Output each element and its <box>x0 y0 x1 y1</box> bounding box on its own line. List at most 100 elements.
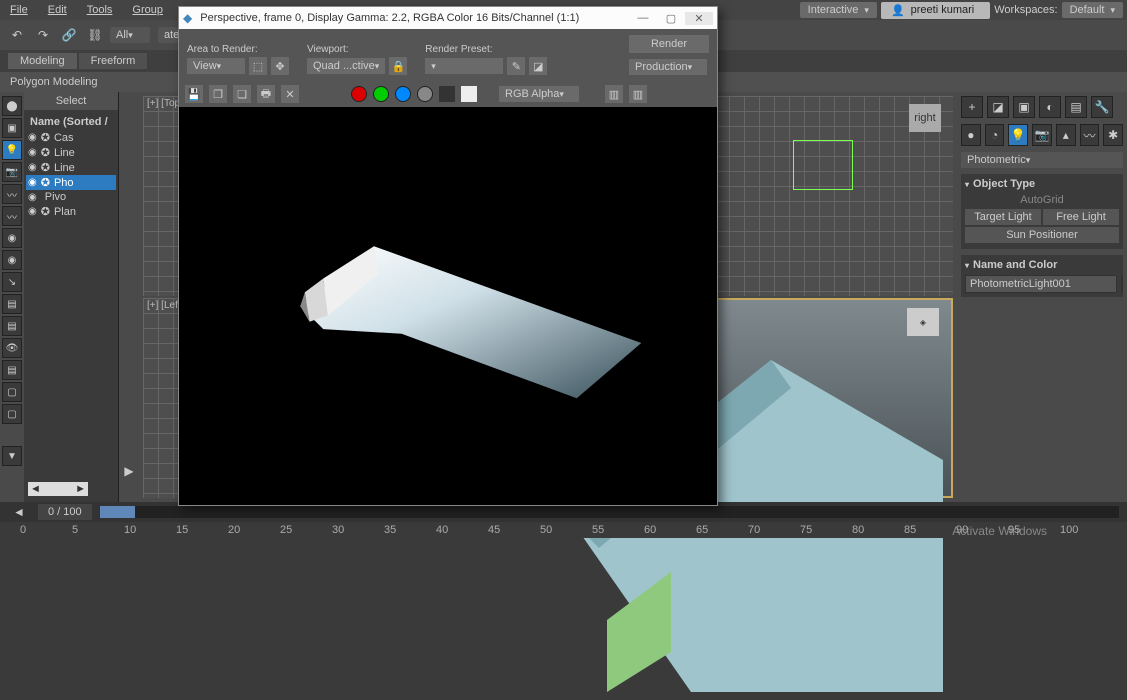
scene-header[interactable]: Name (Sorted / <box>26 114 116 130</box>
tab-freeform[interactable]: Freeform <box>79 53 148 69</box>
preset-icon1[interactable]: ✎ <box>507 57 525 75</box>
menu-edit[interactable]: Edit <box>38 2 77 18</box>
sun-positioner-button[interactable]: Sun Positioner <box>965 227 1119 243</box>
cat-shape-icon[interactable]: ◔ <box>985 124 1005 146</box>
clear-icon[interactable]: ✕ <box>281 85 299 103</box>
cat-helper-icon[interactable]: ▴ <box>1056 124 1076 146</box>
side-tool9-icon[interactable]: ↘ <box>2 272 22 292</box>
autogrid-checkbox[interactable]: AutoGrid <box>965 194 1119 206</box>
preset-icon2[interactable]: ◪ <box>529 57 547 75</box>
free-light-button[interactable]: Free Light <box>1043 209 1119 225</box>
region-select-icon[interactable]: ✥ <box>271 57 289 75</box>
motion-tab-icon[interactable]: ◐ <box>1039 96 1061 118</box>
scene-item[interactable]: ◉✪Line <box>26 145 116 160</box>
interactive-dropdown[interactable]: Interactive <box>800 2 877 18</box>
side-tool11-icon[interactable]: ▤ <box>2 316 22 336</box>
production-dropdown[interactable]: Production <box>629 59 707 75</box>
render-button[interactable]: Render <box>629 35 709 53</box>
menu-file[interactable]: File <box>0 2 38 18</box>
visibility-icon[interactable]: ◉ <box>28 162 37 173</box>
side-funnel-icon[interactable]: ▼ <box>2 446 22 466</box>
channel-b-icon[interactable] <box>395 86 411 102</box>
ab-compare-b-icon[interactable]: ▥ <box>629 85 647 103</box>
cat-space-icon[interactable]: 〰 <box>1080 124 1100 146</box>
redo-icon[interactable]: ↷ <box>32 24 54 46</box>
print-icon[interactable]: 🖶 <box>257 85 275 103</box>
side-camera2-icon[interactable]: 📷 <box>2 162 22 182</box>
side-warp-icon[interactable]: 〰 <box>2 184 22 204</box>
visibility-icon[interactable]: ◉ <box>28 206 37 217</box>
rollout-name-color[interactable]: Name and Color <box>965 259 1119 271</box>
area-render-dropdown[interactable]: View <box>187 58 245 74</box>
side-tool7-icon[interactable]: ◉ <box>2 228 22 248</box>
undo-icon[interactable]: ↶ <box>6 24 28 46</box>
save-image-icon[interactable]: 💾 <box>185 85 203 103</box>
preset-dropdown[interactable] <box>425 58 503 74</box>
clone-icon[interactable]: ❏ <box>233 85 251 103</box>
display-tab-icon[interactable]: ▤ <box>1065 96 1087 118</box>
nav-cube[interactable]: right <box>909 104 941 132</box>
swatch-icon[interactable] <box>461 86 477 102</box>
channel-r-icon[interactable] <box>351 86 367 102</box>
util-tab-icon[interactable]: 🔧 <box>1091 96 1113 118</box>
close-button[interactable]: ✕ <box>685 12 713 25</box>
timeline-prev-icon[interactable]: ◄ <box>8 501 30 523</box>
side-tool10-icon[interactable]: ▤ <box>2 294 22 314</box>
unlink-icon[interactable]: ⛓ <box>84 24 106 46</box>
side-light-icon[interactable]: 💡 <box>2 140 22 160</box>
copy-icon[interactable]: ❐ <box>209 85 227 103</box>
region-icon[interactable]: ⬚ <box>249 57 267 75</box>
scene-item[interactable]: ◉Pivo <box>26 190 116 204</box>
cat-system-icon[interactable]: ✱ <box>1103 124 1123 146</box>
side-eye-icon[interactable]: 👁 <box>2 338 22 358</box>
cat-camera-icon[interactable]: 📷 <box>1032 124 1052 146</box>
object-name-input[interactable] <box>965 275 1117 293</box>
scene-item[interactable]: ◉✪Plan <box>26 204 116 219</box>
lock-icon[interactable]: 🔒 <box>389 57 407 75</box>
scene-hscroll[interactable]: ◄► <box>28 482 88 496</box>
workspaces-dropdown[interactable]: Default <box>1062 2 1123 18</box>
selection-filter[interactable]: All <box>110 27 150 43</box>
play-icon[interactable]: ▶ <box>118 460 140 482</box>
viewport-dropdown[interactable]: Quad ...ctive <box>307 58 385 74</box>
color-swatch[interactable] <box>1121 275 1123 293</box>
visibility-icon[interactable]: ◉ <box>28 132 37 143</box>
scene-panel-title: Select <box>24 92 118 110</box>
time-scrubber[interactable] <box>100 506 1119 518</box>
rgb-alpha-dropdown[interactable]: RGB Alpha <box>499 86 579 102</box>
scene-item[interactable]: ◉✪Cas <box>26 130 116 145</box>
target-light-button[interactable]: Target Light <box>965 209 1041 225</box>
visibility-icon[interactable]: ◉ <box>28 147 37 158</box>
side-tool13-icon[interactable]: ▤ <box>2 360 22 380</box>
visibility-icon[interactable]: ◉ <box>28 177 37 188</box>
hierarchy-tab-icon[interactable]: ▣ <box>1013 96 1035 118</box>
minimize-button[interactable]: — <box>629 12 657 25</box>
side-tool6-icon[interactable]: 〰 <box>2 206 22 226</box>
channel-g-icon[interactable] <box>373 86 389 102</box>
render-window-titlebar[interactable]: ◆ Perspective, frame 0, Display Gamma: 2… <box>179 7 717 29</box>
scene-item[interactable]: ◉✪Pho <box>26 175 116 190</box>
user-account[interactable]: 👤preeti kumari <box>881 2 990 19</box>
viewport-label: Viewport: <box>307 44 407 55</box>
scene-item[interactable]: ◉✪Line <box>26 160 116 175</box>
rollout-object-type[interactable]: Object Type <box>965 178 1119 190</box>
cat-light-icon[interactable]: 💡 <box>1008 124 1028 146</box>
cat-geo-icon[interactable]: ● <box>961 124 981 146</box>
menu-group[interactable]: Group <box>122 2 173 18</box>
side-select-icon[interactable]: ⬤ <box>2 96 22 116</box>
side-tool8-icon[interactable]: ◉ <box>2 250 22 270</box>
create-tab-icon[interactable]: + <box>961 96 983 118</box>
channel-a-icon[interactable] <box>417 86 433 102</box>
modify-tab-icon[interactable]: ◪ <box>987 96 1009 118</box>
tab-modeling[interactable]: Modeling <box>8 53 77 69</box>
menu-tools[interactable]: Tools <box>77 2 123 18</box>
light-type-dropdown[interactable]: Photometric <box>961 152 1123 168</box>
side-tool14-icon[interactable]: ▢ <box>2 382 22 402</box>
link-icon[interactable]: 🔗 <box>58 24 80 46</box>
side-tool15-icon[interactable]: ▢ <box>2 404 22 424</box>
ab-compare-a-icon[interactable]: ▥ <box>605 85 623 103</box>
mono-icon[interactable] <box>439 86 455 102</box>
visibility-icon[interactable]: ◉ <box>28 192 37 203</box>
maximize-button[interactable]: ▢ <box>657 12 685 25</box>
side-camera-icon[interactable]: ▣ <box>2 118 22 138</box>
